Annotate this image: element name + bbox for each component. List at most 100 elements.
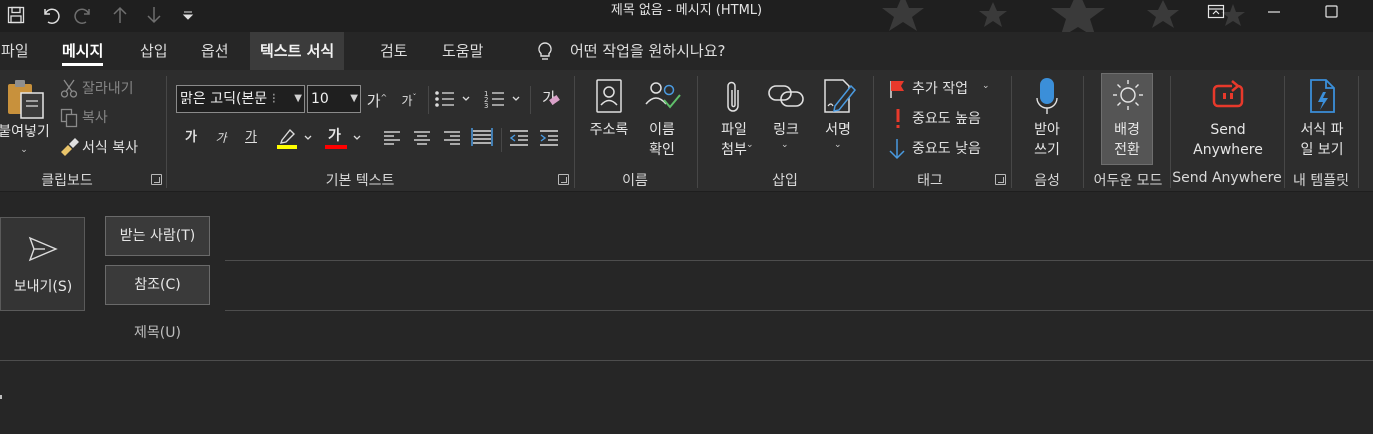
- justify-icon[interactable]: [470, 127, 494, 153]
- link-button[interactable]: 링크: [764, 120, 808, 140]
- group-divider: [873, 76, 874, 188]
- format-painter-icon: [58, 137, 80, 161]
- font-name-select[interactable]: 맑은 고딕(본문 ⁝ ▼: [176, 85, 305, 113]
- address-book-icon[interactable]: [593, 78, 625, 118]
- lightbulb-icon: [536, 41, 554, 67]
- clear-formatting-button[interactable]: 가: [536, 85, 562, 111]
- group-divider: [501, 128, 502, 152]
- increase-indent-icon[interactable]: [538, 128, 560, 152]
- attach-file-button[interactable]: 파일 첨부: [704, 120, 764, 160]
- tab-help[interactable]: 도움말: [432, 32, 493, 70]
- copy-button[interactable]: 복사: [82, 108, 108, 128]
- switch-background-label: 배경 전환: [1114, 122, 1140, 158]
- names-group-label: 이름: [622, 173, 648, 189]
- group-divider: [1284, 76, 1285, 188]
- format-painter-button[interactable]: 서식 복사: [82, 138, 138, 158]
- cc-field-underline: [225, 310, 1373, 311]
- tab-insert[interactable]: 삽입: [130, 32, 178, 70]
- chevron-down-icon[interactable]: ⌄: [781, 140, 789, 150]
- tags-launcher-icon[interactable]: [995, 174, 1006, 185]
- underline-button[interactable]: 가: [238, 125, 264, 151]
- chevron-down-icon: ▼: [294, 93, 302, 104]
- text-cursor: [0, 395, 2, 399]
- svg-text:3: 3: [484, 102, 488, 109]
- ribbon: 붙여넣기 ⌄ 잘라내기 복사 서식 복사 클립보드 맑은 고딕(본문 ⁝ ▼ 1…: [0, 70, 1373, 192]
- group-divider: [530, 86, 531, 114]
- check-names-button[interactable]: 이름 확인: [640, 120, 684, 160]
- low-importance-button[interactable]: 중요도 낮음: [912, 139, 981, 159]
- chevron-down-icon[interactable]: ⌄: [746, 140, 754, 150]
- basic-text-group-label: 기본 텍스트: [325, 173, 395, 189]
- switch-background-button[interactable]: 배경 전환: [1101, 73, 1153, 165]
- include-group-label: 삽입: [772, 173, 798, 189]
- title-bar: 제목 없음 - 메시지 (HTML): [0, 0, 1373, 32]
- font-color-icon[interactable]: 가: [324, 126, 366, 156]
- check-names-icon[interactable]: [644, 78, 682, 118]
- grow-font-glyph: 가: [366, 92, 381, 110]
- low-importance-icon: [888, 138, 906, 164]
- view-templates-button[interactable]: 서식 파 일 보기: [1290, 120, 1354, 160]
- align-left-icon[interactable]: [382, 129, 402, 151]
- tell-me-search[interactable]: 어떤 작업을 원하시나요?: [570, 32, 726, 70]
- link-icon[interactable]: [767, 82, 805, 114]
- chevron-down-icon[interactable]: ⌄: [834, 140, 842, 150]
- bullets-icon[interactable]: [434, 89, 472, 113]
- group-divider: [697, 76, 698, 188]
- send-anywhere-icon[interactable]: [1210, 78, 1246, 118]
- italic-button[interactable]: 가: [208, 125, 234, 151]
- grow-font-button[interactable]: 가^: [364, 85, 390, 111]
- shrink-font-button[interactable]: 가ˇ: [396, 85, 422, 111]
- signature-icon[interactable]: [821, 78, 857, 120]
- paste-icon[interactable]: [4, 78, 46, 124]
- align-center-icon[interactable]: [412, 129, 432, 151]
- highlight-icon[interactable]: [276, 126, 316, 156]
- shrink-font-glyph: 가: [401, 94, 413, 108]
- signature-button[interactable]: 서명: [816, 120, 860, 140]
- align-right-icon[interactable]: [442, 129, 462, 151]
- templates-icon[interactable]: [1308, 78, 1338, 120]
- paste-dropdown-icon[interactable]: ⌄: [16, 140, 32, 160]
- font-size-select[interactable]: 10 ▼: [307, 85, 361, 113]
- high-importance-button[interactable]: 중요도 높음: [912, 109, 981, 129]
- maximize-icon[interactable]: [1308, 0, 1354, 26]
- ribbon-tabs: 파일 메시지 삽입 옵션 텍스트 서식 검토 도움말 어떤 작업을 원하시나요?: [0, 32, 1373, 70]
- dark-mode-group-label: 어두운 모드: [1093, 173, 1163, 189]
- to-field-underline: [225, 260, 1373, 261]
- dictate-button[interactable]: 받아 쓰기: [1022, 120, 1072, 160]
- paste-button[interactable]: 붙여넣기: [0, 122, 54, 142]
- send-anywhere-button[interactable]: Send Anywhere: [1180, 120, 1276, 160]
- cc-button[interactable]: 참조(C): [105, 265, 210, 305]
- decrease-indent-icon[interactable]: [508, 128, 530, 152]
- follow-up-button[interactable]: 추가 작업: [912, 79, 968, 99]
- microphone-icon[interactable]: [1035, 76, 1059, 120]
- address-book-button[interactable]: 주소록: [580, 120, 638, 140]
- minimize-icon[interactable]: [1251, 0, 1297, 26]
- chevron-down-icon[interactable]: ⌄: [982, 81, 990, 91]
- bold-button[interactable]: 가: [178, 125, 204, 151]
- tab-format-text[interactable]: 텍스트 서식: [250, 32, 345, 70]
- cut-button[interactable]: 잘라내기: [82, 79, 134, 99]
- tags-group-label: 태그: [917, 173, 943, 189]
- group-divider: [1170, 76, 1171, 188]
- tab-message[interactable]: 메시지: [52, 32, 113, 70]
- clipboard-group-label: 클립보드: [41, 173, 93, 189]
- ribbon-display-icon[interactable]: [1193, 0, 1239, 26]
- voice-group-label: 음성: [1034, 173, 1060, 189]
- to-button[interactable]: 받는 사람(T): [105, 216, 210, 256]
- high-importance-icon: [893, 108, 903, 134]
- send-anywhere-group-label: Send Anywhere: [1172, 170, 1282, 186]
- tab-file[interactable]: 파일: [0, 32, 39, 70]
- subject-label: 제목(U): [134, 325, 181, 341]
- numbering-icon[interactable]: 123: [484, 89, 524, 113]
- basic-text-launcher-icon[interactable]: [558, 174, 569, 185]
- paperclip-icon[interactable]: [721, 78, 745, 120]
- group-divider: [1011, 76, 1012, 188]
- tab-review[interactable]: 검토: [370, 32, 418, 70]
- templates-group-label: 내 템플릿: [1293, 173, 1349, 189]
- clipboard-launcher-icon[interactable]: [151, 174, 162, 185]
- send-button[interactable]: 보내기(S): [0, 217, 85, 311]
- scissors-icon: [60, 79, 78, 103]
- sun-icon: [1111, 78, 1145, 116]
- tab-options[interactable]: 옵션: [191, 32, 239, 70]
- flag-icon: [888, 79, 906, 103]
